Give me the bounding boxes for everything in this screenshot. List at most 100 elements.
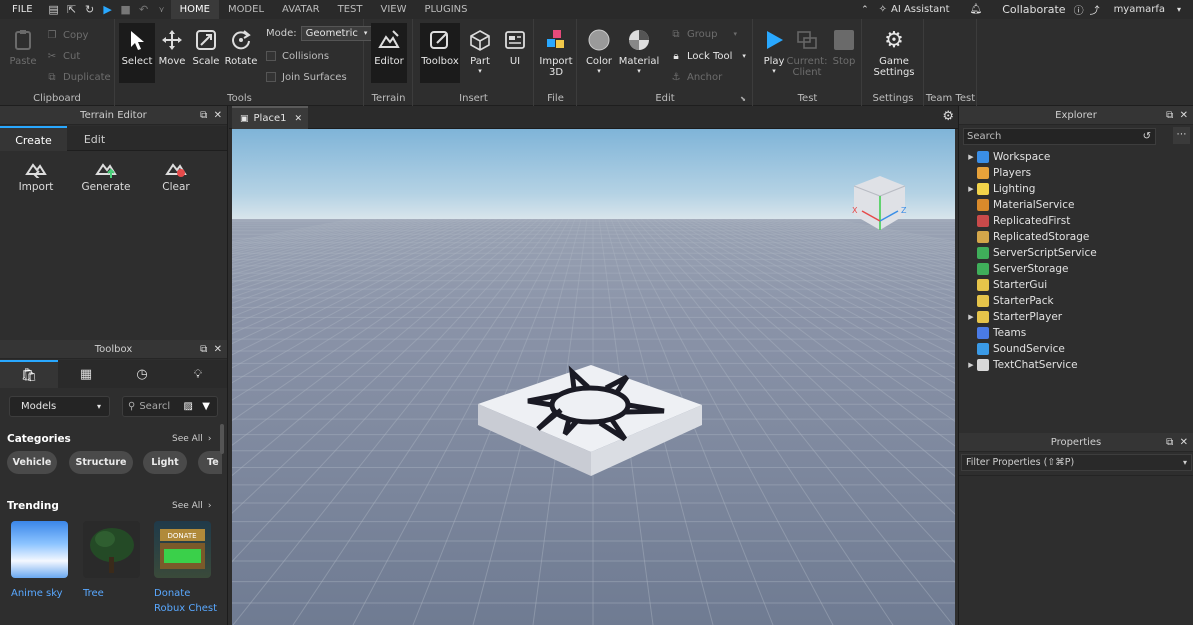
trending-item-name[interactable]: Donate bbox=[154, 586, 190, 601]
duplicate-button[interactable]: ⧉ Duplicate bbox=[46, 69, 110, 85]
trending-item-name[interactable]: Tree bbox=[83, 586, 104, 601]
expand-arrow-icon[interactable]: ▶ bbox=[965, 185, 977, 193]
explorer-item-workspace[interactable]: ▶ Workspace bbox=[965, 149, 1050, 165]
toolbox-search[interactable]: ⚲ Searcl ▨ ▼ bbox=[122, 396, 218, 417]
select-button[interactable]: Select bbox=[119, 23, 155, 83]
explorer-item-serverstorage[interactable]: ServerStorage bbox=[965, 261, 1069, 277]
tree-thumbnail[interactable] bbox=[83, 521, 140, 578]
new-place-icon[interactable]: ▤ bbox=[45, 0, 63, 19]
expand-arrow-icon[interactable]: ▶ bbox=[965, 153, 977, 161]
tab-home[interactable]: HOME bbox=[170, 0, 219, 19]
viewport-gear-icon[interactable]: ⚙ bbox=[942, 109, 954, 124]
trending-item-name-line2[interactable]: Robux Chest bbox=[154, 601, 217, 616]
more-icon[interactable]: ⋎ bbox=[153, 0, 171, 19]
popout-icon[interactable]: ⧉ bbox=[200, 344, 207, 355]
close-icon[interactable]: ✕ bbox=[1180, 437, 1188, 448]
import-3d-button[interactable]: Import 3D bbox=[538, 23, 574, 83]
undo-icon[interactable]: ↶ bbox=[135, 0, 153, 19]
explorer-item-replicatedstorage[interactable]: ReplicatedStorage bbox=[965, 229, 1089, 245]
tab-avatar[interactable]: AVATAR bbox=[273, 0, 329, 19]
donate-chest-thumbnail[interactable]: DONATE bbox=[154, 521, 211, 578]
part-button[interactable]: Part ▾ bbox=[462, 23, 498, 83]
join-surfaces-checkbox[interactable] bbox=[266, 72, 276, 82]
close-icon[interactable]: ✕ bbox=[214, 344, 222, 355]
tab-plugins[interactable]: PLUGINS bbox=[416, 0, 477, 19]
tab-marketplace[interactable]: 🛍︎ bbox=[0, 360, 58, 388]
rotate-button[interactable]: Rotate bbox=[223, 23, 259, 83]
help-icon[interactable]: ⓘ bbox=[1074, 2, 1084, 17]
color-button[interactable]: Color ▾ bbox=[581, 23, 617, 83]
explorer-item-teams[interactable]: Teams bbox=[965, 325, 1026, 341]
explorer-search[interactable]: Search ↺ bbox=[963, 128, 1156, 145]
popout-icon[interactable]: ⧉ bbox=[200, 110, 207, 121]
chevron-up-icon[interactable]: ⌃ bbox=[861, 5, 869, 15]
expand-arrow-icon[interactable]: ▶ bbox=[965, 361, 977, 369]
explorer-search-input[interactable]: Search bbox=[967, 131, 1001, 142]
ui-button[interactable]: UI bbox=[497, 23, 533, 83]
play-button[interactable]: Play ▾ bbox=[756, 23, 792, 83]
close-icon[interactable]: ✕ bbox=[1180, 110, 1188, 121]
close-icon[interactable]: ✕ bbox=[214, 110, 222, 121]
explorer-item-startergui[interactable]: StarterGui bbox=[965, 277, 1047, 293]
tab-model[interactable]: MODEL bbox=[219, 0, 273, 19]
3d-viewport[interactable]: X Z bbox=[232, 129, 955, 625]
chevron-down-icon[interactable]: ▾ bbox=[1183, 455, 1187, 470]
explorer-item-materialservice[interactable]: MaterialService bbox=[965, 197, 1074, 213]
game-settings-button[interactable]: ⚙ Game Settings bbox=[874, 23, 915, 83]
history-icon[interactable]: ↺ bbox=[1143, 129, 1151, 144]
current-client-button[interactable]: Current: Client bbox=[787, 23, 827, 83]
expand-arrow-icon[interactable]: ▶ bbox=[965, 313, 977, 321]
chip-light[interactable]: Light bbox=[143, 451, 187, 474]
terrain-editor-button[interactable]: Editor bbox=[371, 23, 407, 83]
share-icon[interactable]: ⤴ bbox=[1090, 2, 1100, 17]
chip-vehicle[interactable]: Vehicle bbox=[7, 451, 57, 474]
filter-icon[interactable]: ▼ bbox=[202, 401, 210, 412]
explorer-item-starterplayer[interactable]: ▶ StarterPlayer bbox=[965, 309, 1062, 325]
category-select[interactable]: Models ▾ bbox=[9, 396, 110, 417]
stop-icon[interactable]: ■ bbox=[117, 0, 135, 19]
tab-place1[interactable]: ▣ Place1 ✕ bbox=[232, 106, 308, 129]
material-button[interactable]: Material ▾ bbox=[618, 23, 660, 83]
group-button[interactable]: ⧉ Group ▾ bbox=[670, 26, 737, 42]
play-icon[interactable]: ▶ bbox=[99, 0, 117, 19]
chip-more[interactable]: Te bbox=[198, 451, 222, 474]
collisions-toggle[interactable]: Collisions bbox=[266, 48, 329, 64]
cut-button[interactable]: ✂ Cut bbox=[46, 48, 80, 64]
properties-filter-input[interactable]: Filter Properties (⇧⌘P) bbox=[966, 457, 1074, 468]
explorer-item-starterpack[interactable]: StarterPack bbox=[965, 293, 1054, 309]
tab-create[interactable]: Create bbox=[0, 126, 67, 151]
close-icon[interactable]: ✕ bbox=[294, 114, 302, 124]
categories-see-all[interactable]: See All › bbox=[172, 434, 211, 444]
mode-select[interactable]: Geometric ▾ bbox=[300, 25, 373, 41]
paste-button[interactable]: Paste bbox=[5, 23, 41, 83]
chip-structure[interactable]: Structure bbox=[69, 451, 133, 474]
chevron-down-icon[interactable]: ▾ bbox=[1177, 5, 1181, 14]
redo-icon[interactable]: ↻ bbox=[81, 0, 99, 19]
explorer-item-replicatedfirst[interactable]: ReplicatedFirst bbox=[965, 213, 1070, 229]
tab-creations[interactable]: 💡︎ bbox=[170, 360, 226, 388]
tab-recent[interactable]: ◷ bbox=[114, 360, 170, 388]
trending-see-all[interactable]: See All › bbox=[172, 501, 211, 511]
terrain-generate-action[interactable]: Generate bbox=[80, 158, 132, 193]
tab-test[interactable]: TEST bbox=[329, 0, 372, 19]
popout-icon[interactable]: ⧉ bbox=[1166, 437, 1173, 448]
scale-button[interactable]: Scale bbox=[188, 23, 224, 83]
username[interactable]: myamarfa bbox=[1114, 4, 1165, 15]
more-options-icon[interactable]: ⋯ bbox=[1173, 127, 1190, 144]
tab-view[interactable]: VIEW bbox=[372, 0, 416, 19]
image-search-icon[interactable]: ▨ bbox=[184, 401, 193, 412]
trending-item-name[interactable]: Anime sky bbox=[11, 586, 63, 601]
stop-button[interactable]: Stop bbox=[826, 23, 862, 83]
explorer-item-players[interactable]: Players bbox=[965, 165, 1031, 181]
properties-filter[interactable]: Filter Properties (⇧⌘P) ▾ bbox=[961, 454, 1192, 471]
tab-inventory[interactable]: ▦ bbox=[58, 360, 114, 388]
toolbox-button[interactable]: Toolbox bbox=[420, 23, 460, 83]
collisions-checkbox[interactable] bbox=[266, 51, 276, 61]
copy-button[interactable]: ❐ Copy bbox=[46, 27, 89, 43]
bell-icon[interactable]: 🔔︎ bbox=[970, 4, 983, 15]
anime-sky-thumbnail[interactable] bbox=[11, 521, 68, 578]
explorer-item-lighting[interactable]: ▶ Lighting bbox=[965, 181, 1035, 197]
anchor-button[interactable]: ⚓ Anchor bbox=[670, 69, 723, 85]
explorer-item-soundservice[interactable]: SoundService bbox=[965, 341, 1065, 357]
popout-icon[interactable]: ⧉ bbox=[1166, 110, 1173, 121]
